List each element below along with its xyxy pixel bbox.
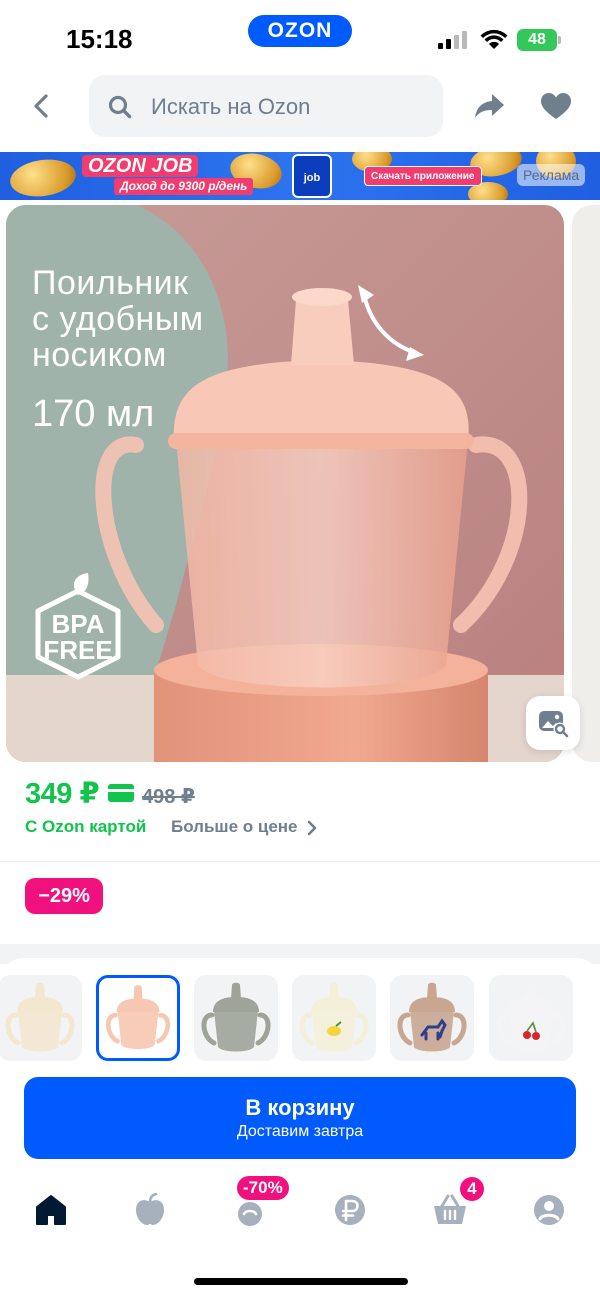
variant-cup-image <box>105 985 171 1050</box>
next-image-preview[interactable] <box>572 205 600 762</box>
status-time: 15:18 <box>66 24 133 54</box>
variant-thumb-peach[interactable] <box>96 975 180 1061</box>
discount-badge: −29% <box>25 878 103 914</box>
price-details-row: С Ozon картой Больше о цене <box>25 817 585 841</box>
variant-cup-image <box>299 982 369 1052</box>
coin-image <box>7 155 79 200</box>
promo-badge: -70% <box>237 1176 289 1200</box>
phone-image: job <box>292 154 332 198</box>
cellular-signal-icon <box>438 31 470 49</box>
bottom-nav: -70% 4 <box>0 1172 600 1252</box>
variant-thumb-horse[interactable] <box>390 975 474 1061</box>
nav-finance[interactable] <box>330 1190 370 1230</box>
home-icon <box>36 1195 66 1225</box>
nav-profile[interactable] <box>529 1190 569 1230</box>
ad-subtitle: Доход до 9300 р/день <box>114 178 254 195</box>
apple-icon <box>136 1192 164 1225</box>
search-header: Искать на Ozon <box>0 75 600 152</box>
search-input[interactable]: Искать на Ozon <box>89 75 443 137</box>
hero-line-2: с удобным <box>32 300 204 338</box>
variant-cup-image <box>201 982 271 1052</box>
delivery-label: Доставим завтра <box>236 1123 364 1140</box>
current-price: 349 ₽ <box>25 778 100 810</box>
nav-home[interactable] <box>31 1190 71 1230</box>
status-bar: 15:18 OZON 48 <box>0 0 600 75</box>
price-row: 349 ₽ 498 ₽ <box>25 776 585 816</box>
hero-line-3: носиком <box>32 336 167 374</box>
add-to-cart-button[interactable]: В корзину Доставим завтра <box>24 1077 576 1159</box>
variant-cup-image <box>496 982 566 1052</box>
variant-selector <box>0 975 600 1065</box>
image-search-button[interactable] <box>526 696 580 750</box>
ad-title: OZON JOB <box>82 155 199 177</box>
battery-icon: 48 <box>517 29 561 51</box>
ozon-card-label: С Ozon картой <box>25 817 147 836</box>
ozon-logo[interactable]: OZON <box>248 15 352 47</box>
variant-thumb-cream[interactable] <box>0 975 82 1061</box>
search-icon <box>108 95 132 119</box>
ad-banner[interactable]: OZON JOB Доход до 9300 р/день job Скачат… <box>0 152 600 200</box>
ozon-card-icon <box>108 784 134 802</box>
profile-icon <box>534 1195 564 1225</box>
free-text: FREE <box>43 635 113 665</box>
product-volume: 170 мл <box>32 393 155 435</box>
add-to-cart-label: В корзину <box>245 1095 355 1120</box>
ad-download-button[interactable]: Скачать приложение <box>364 166 482 186</box>
search-placeholder: Искать на Ozon <box>151 94 311 119</box>
share-icon[interactable] <box>472 91 506 121</box>
phone-label: job <box>303 172 321 184</box>
bpa-free-badge: BPA FREE <box>30 573 126 683</box>
back-arrow-icon[interactable] <box>28 92 56 120</box>
ad-label: Реклама <box>517 164 586 186</box>
variant-thumb-lemon[interactable] <box>292 975 376 1061</box>
heart-icon[interactable] <box>539 91 573 121</box>
ruble-icon <box>335 1195 365 1225</box>
nav-fresh[interactable] <box>130 1190 170 1230</box>
product-image[interactable]: Поильник с удобным носиком 170 мл BPA FR… <box>6 205 564 762</box>
divider <box>0 861 600 862</box>
variant-cup-image <box>397 982 467 1052</box>
variant-thumb-olive-gray[interactable] <box>194 975 278 1061</box>
variant-thumb-cherry[interactable] <box>489 975 573 1061</box>
chevron-right-icon[interactable] <box>306 820 318 836</box>
cart-count-badge: 4 <box>460 1177 484 1201</box>
image-search-icon <box>539 711 569 738</box>
home-indicator <box>194 1278 408 1285</box>
battery-level: 48 <box>517 29 557 51</box>
hero-line-1: Поильник <box>32 264 189 302</box>
variant-cup-image <box>5 982 75 1052</box>
old-price: 498 ₽ <box>142 786 195 808</box>
product-hero-title: Поильник с удобным носиком <box>32 265 204 373</box>
wifi-icon <box>480 29 508 49</box>
more-about-price-link[interactable]: Больше о цене <box>171 817 298 837</box>
price-card-bottom <box>0 920 600 944</box>
bpa-text: BPA <box>51 609 105 639</box>
